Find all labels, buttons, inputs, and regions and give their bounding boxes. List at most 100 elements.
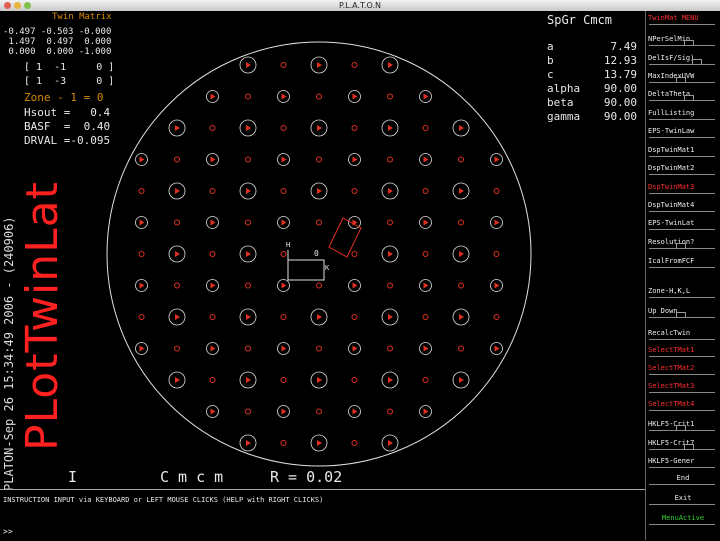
plot-canvas[interactable]: Twin Matrix -0.497 -0.503 -0.000 1.497 0…: [0, 11, 645, 491]
reflection-dot: [245, 156, 251, 163]
reflection-dot: [245, 345, 251, 352]
reflection-dot: [387, 219, 393, 226]
menu-item[interactable]: DspTwinMat2: [648, 164, 718, 173]
menu-value-marker: [676, 425, 686, 431]
menu-separator: [649, 156, 715, 157]
reflection-dot: [351, 62, 358, 68]
hsout-value: Hsout = 0.4: [24, 106, 111, 119]
menu-item[interactable]: DspTwinMat4: [648, 201, 718, 210]
menu-item[interactable]: DspTwinMat3: [648, 183, 718, 192]
menu-item[interactable]: DeltaTheta: [648, 90, 718, 99]
reflection-marker: [388, 251, 393, 257]
menu-item[interactable]: DelIsF/Sig): [648, 54, 718, 63]
reflection-marker: [139, 282, 145, 289]
twin-cell-box: [328, 217, 362, 258]
menu-item[interactable]: Exit: [648, 494, 718, 503]
menu-item[interactable]: HKLF5-Gener: [648, 457, 718, 466]
cell-param-label: alpha: [547, 82, 581, 95]
menu-item[interactable]: End: [648, 474, 718, 483]
reflection-dot: [351, 440, 358, 446]
integer-row-2: [ 1 -3 0 ]: [24, 76, 115, 87]
menu-separator: [649, 211, 715, 212]
reflection-dot: [387, 156, 393, 163]
reflection-marker: [459, 251, 464, 257]
command-prompt[interactable]: >>: [3, 527, 13, 537]
reflection-marker: [494, 282, 500, 289]
menu-item[interactable]: MenuActive: [648, 514, 718, 523]
reflection-dot: [458, 282, 464, 289]
menu-item[interactable]: RecalcTwin: [648, 329, 718, 338]
menu-item[interactable]: SelectTMat2: [648, 364, 718, 373]
reflection-marker: [494, 219, 500, 226]
reflection-marker: [281, 93, 287, 100]
reflection-marker: [459, 188, 464, 194]
menu-separator: [649, 100, 715, 101]
reflection-dot: [387, 345, 393, 352]
reflection-marker: [210, 219, 216, 226]
menu-item[interactable]: HKLF5-Crit7: [648, 439, 718, 448]
menu-separator: [649, 45, 715, 46]
menu-item[interactable]: DspTwinMat1: [648, 146, 718, 155]
reflection-marker: [459, 377, 464, 383]
menu-item[interactable]: SelectTMat1: [648, 346, 718, 355]
h-axis-label: H: [286, 241, 291, 249]
menu-separator: [649, 392, 715, 393]
reflection-marker: [210, 408, 216, 415]
reflection-marker: [281, 219, 287, 226]
reflection-dot: [387, 93, 393, 100]
instruction-area[interactable]: INSTRUCTION INPUT via KEYBOARD or LEFT M…: [0, 489, 645, 541]
menu-value-marker: [684, 40, 694, 46]
menu-item[interactable]: Zone-H,K,L: [648, 287, 718, 296]
reflection-marker: [175, 125, 180, 131]
origin-label: 0: [314, 249, 319, 258]
menu-item[interactable]: EPS-TwinLat: [648, 219, 718, 228]
reflection-marker: [352, 408, 358, 415]
menu-item[interactable]: TwinMat MENU: [648, 14, 718, 23]
reflection-marker: [246, 314, 251, 320]
reflection-dot: [387, 408, 393, 415]
reflection-marker: [459, 314, 464, 320]
reflection-marker: [175, 377, 180, 383]
menu-item[interactable]: IcalFromFCF: [648, 257, 718, 266]
menu-item[interactable]: EPS-TwinLaw: [648, 127, 718, 136]
reflection-dot: [422, 188, 429, 194]
reflection-marker: [423, 282, 429, 289]
reflection-marker: [246, 125, 251, 131]
menu-value-marker: [676, 312, 686, 318]
menu-value-marker: [676, 243, 686, 249]
menu-separator: [649, 174, 715, 175]
reflection-marker: [352, 93, 358, 100]
basf-value: BASF = 0.40: [24, 120, 111, 133]
reflection-dot: [245, 408, 251, 415]
reflection-marker: [246, 251, 251, 257]
reflection-marker: [352, 345, 358, 352]
cell-param-value: 90.00: [603, 82, 637, 95]
reflection-dot: [387, 282, 393, 289]
menu-item[interactable]: SelectTMat3: [648, 382, 718, 391]
reflection-marker: [246, 440, 251, 446]
instruction-text: INSTRUCTION INPUT via KEYBOARD or LEFT M…: [3, 496, 324, 504]
menu-item[interactable]: SelectTMat4: [648, 400, 718, 409]
reflection-marker: [210, 345, 216, 352]
menu-item[interactable]: FullListing: [648, 109, 718, 118]
reflection-dot: [351, 125, 358, 131]
menu-separator: [649, 229, 715, 230]
spacegroup-label: C m c m: [160, 468, 224, 486]
reflection-marker: [210, 282, 216, 289]
menu-separator: [649, 119, 715, 120]
reflection-marker: [317, 440, 322, 446]
menu-item[interactable]: NPerSelMin: [648, 35, 718, 44]
cell-param-label: beta: [547, 96, 574, 109]
reflection-dot: [316, 345, 322, 352]
side-menu: TwinMat MENU NPerSelMin DelIsF/Sig) MaxInde…: [645, 11, 720, 540]
reflection-dot: [316, 156, 322, 163]
reflection-dot: [280, 440, 287, 446]
reflection-dot: [280, 377, 287, 383]
reflection-marker: [281, 156, 287, 163]
cell-param-label: b: [547, 54, 554, 67]
window-title: P.L.A.T.O.N: [339, 1, 381, 10]
reflection-dot: [209, 377, 216, 383]
reflection-marker: [317, 125, 322, 131]
reflection-dot: [174, 219, 180, 226]
menu-separator: [649, 137, 715, 138]
